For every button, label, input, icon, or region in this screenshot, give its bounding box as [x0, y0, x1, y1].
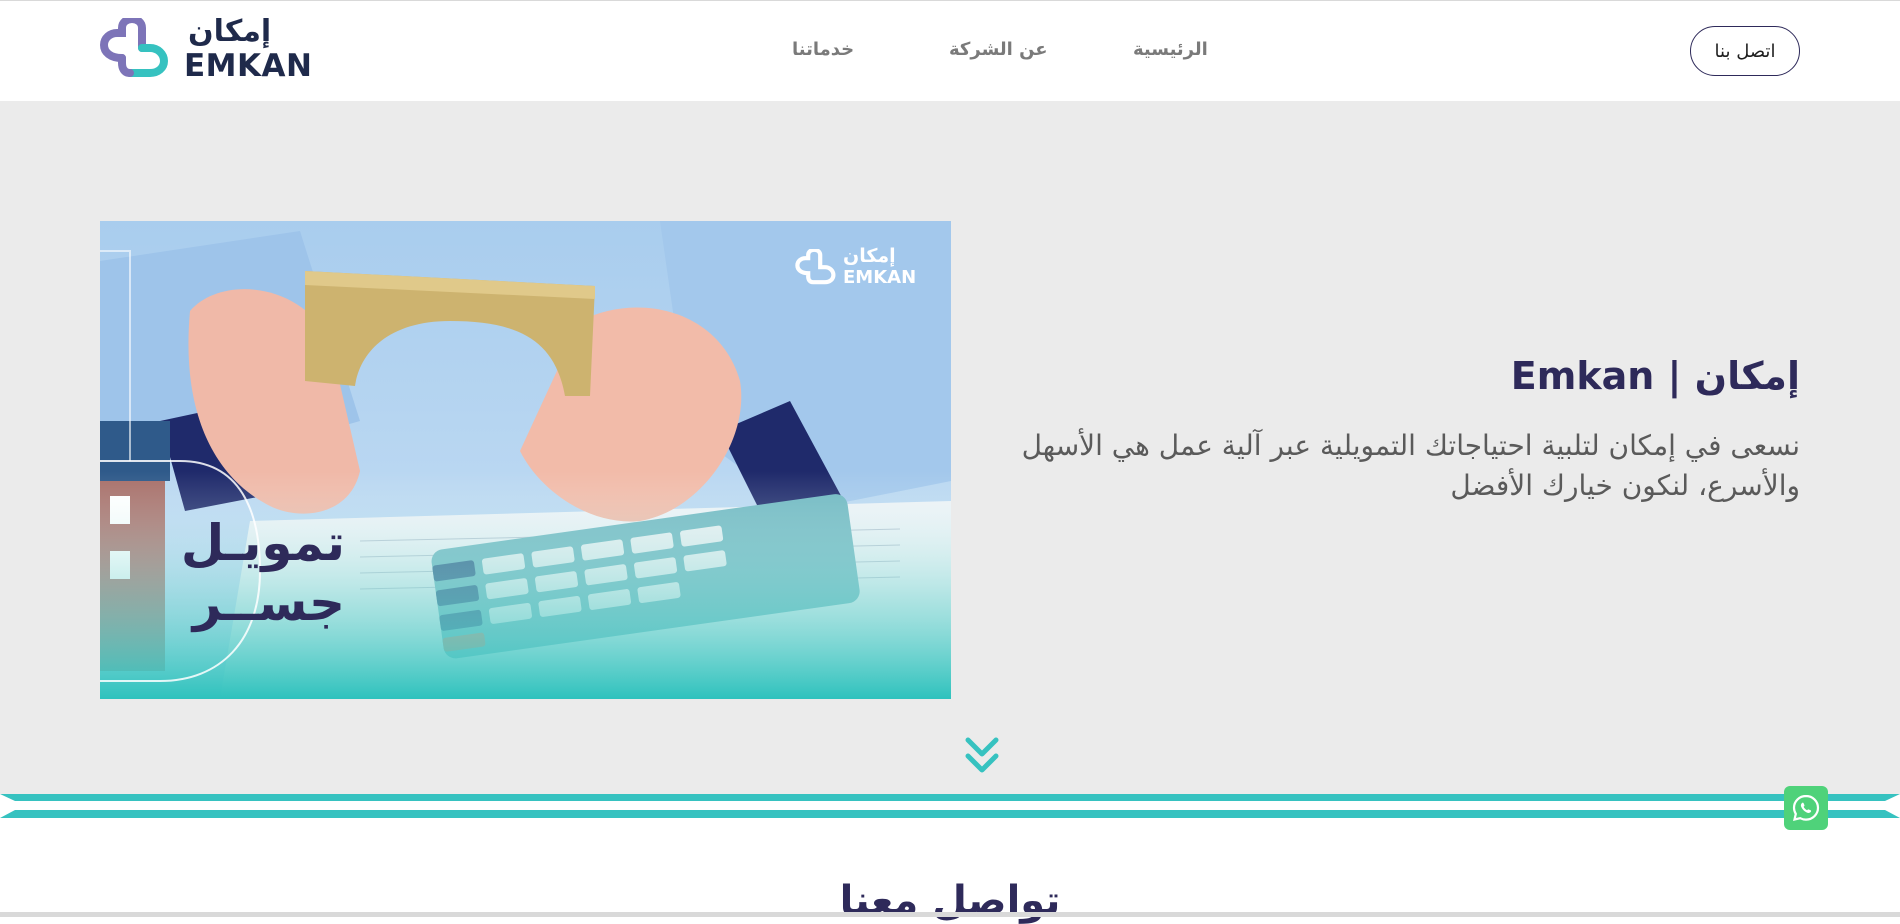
bottom-edge: [0, 912, 1900, 917]
image-caption-line2: جســر: [192, 574, 345, 632]
whatsapp-icon: [1792, 794, 1820, 821]
image-logo-latin: EMKAN: [843, 267, 917, 288]
nav-about[interactable]: عن الشركة: [949, 39, 1048, 60]
hero-section: تمويـل جســر إمكان EMKAN إمكان | Emkan ن…: [0, 101, 1900, 794]
hero-image: تمويـل جســر إمكان EMKAN: [100, 221, 951, 699]
hero-description: نسعى في إمكان لتلبية احتياجاتك التمويلية…: [1021, 429, 1800, 502]
section-divider-band: [0, 794, 1900, 818]
image-logo-icon: [795, 249, 836, 285]
image-logo-arabic: إمكان: [843, 245, 896, 267]
nav-services[interactable]: خدماتنا: [792, 39, 854, 60]
image-logo: إمكان EMKAN: [795, 245, 925, 289]
site-header: إمكان EMKAN خدماتنا عن الشركة الرئيسية ا…: [0, 1, 1900, 101]
emkan-logo-icon: [100, 18, 169, 77]
double-chevron-down-icon[interactable]: [964, 736, 1000, 776]
logo-latin-text: EMKAN: [184, 48, 313, 84]
whatsapp-button[interactable]: [1784, 786, 1828, 830]
contact-us-button[interactable]: اتصل بنا: [1690, 26, 1800, 76]
contact-section-title: تواصل معنا: [839, 878, 1061, 924]
logo-arabic-text: إمكان: [188, 14, 272, 49]
hero-title: إمكان | Emkan: [1510, 354, 1800, 398]
nav-home[interactable]: الرئيسية: [1133, 39, 1208, 60]
image-caption-line1: تمويـل: [180, 514, 345, 572]
image-caption: تمويـل جســر: [175, 513, 345, 633]
emkan-logo[interactable]: إمكان EMKAN: [100, 14, 312, 84]
